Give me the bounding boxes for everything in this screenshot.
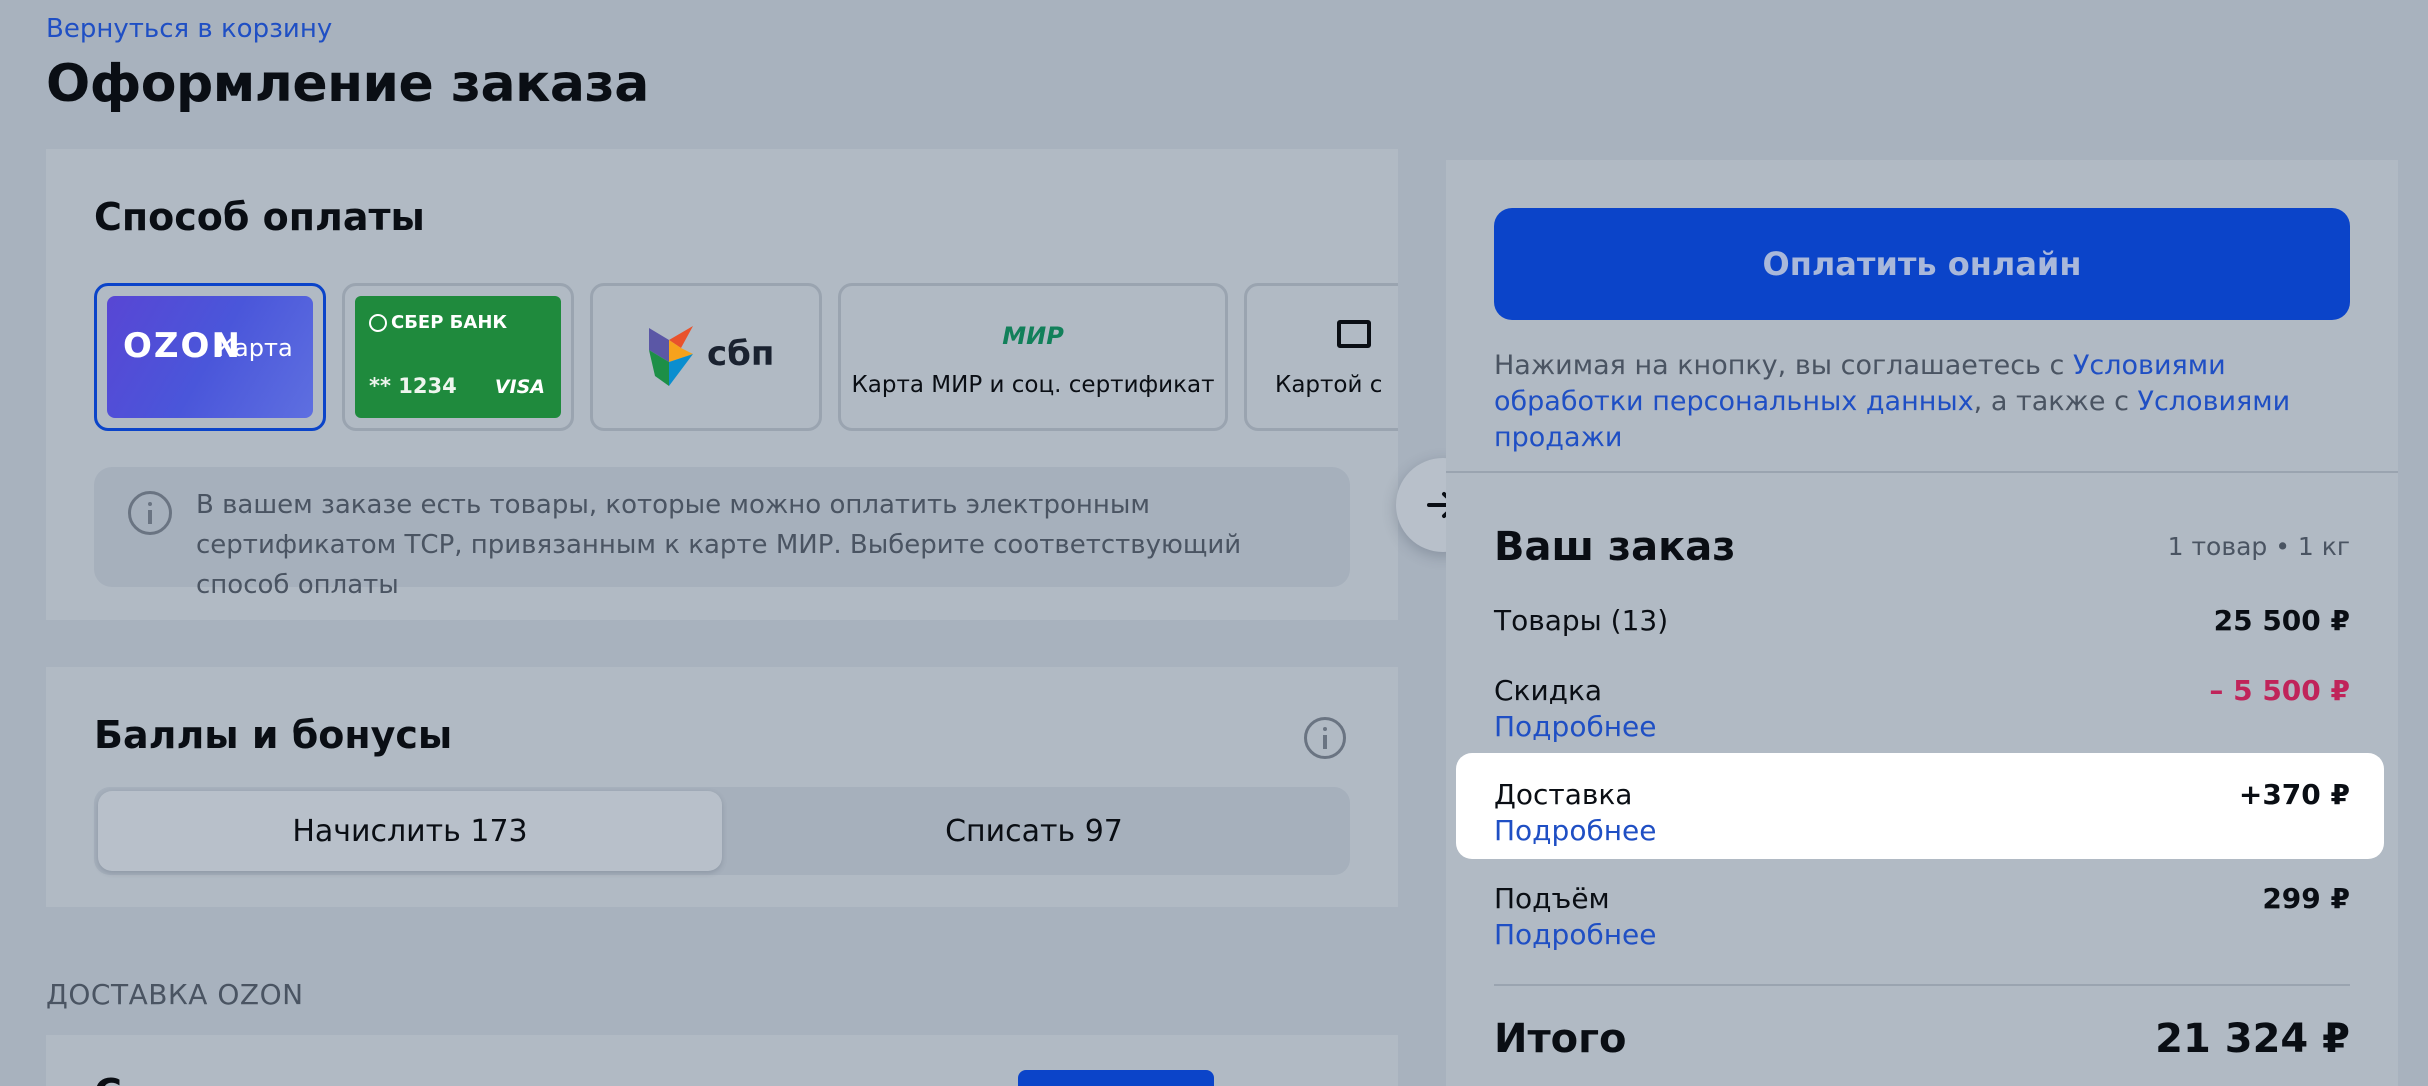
sber-check-icon [369, 314, 387, 332]
sbp-label: сбп [707, 334, 775, 374]
discount-value: – 5 500 ₽ [2209, 674, 2350, 707]
bonuses-section: Баллы и бонусы Начислить 173 Списать 97 [46, 667, 1398, 907]
payment-info-notice: В вашем заказе есть товары, которые можн… [94, 467, 1350, 600]
delivery-details-link[interactable]: Подробнее [1494, 814, 1656, 847]
delivery-section: С [46, 1035, 1398, 1086]
total-value: 21 324 ₽ [2155, 1016, 2350, 1062]
info-icon [128, 491, 172, 535]
sber-card-graphic: СБЕР БАНК ** 1234 VISA [355, 296, 561, 418]
page-title: Оформление заказа [46, 54, 649, 114]
delivery-label: Доставка [1494, 778, 1633, 811]
info-icon[interactable] [1304, 717, 1346, 759]
payment-method-title: Способ оплаты [94, 195, 425, 239]
bonus-toggle: Начислить 173 Списать 97 [94, 787, 1350, 875]
order-title: Ваш заказ [1494, 524, 1736, 570]
lift-value: 299 ₽ [2262, 882, 2350, 915]
payment-option-sber-card[interactable]: СБЕР БАНК ** 1234 VISA [342, 283, 574, 431]
order-summary-panel: Оплатить онлайн Нажимая на кнопку, вы со… [1446, 160, 2398, 1086]
accrue-bonus-option[interactable]: Начислить 173 [98, 791, 722, 871]
mir-logo: МИР [1002, 322, 1064, 350]
payment-option-sbp[interactable]: сбп [590, 283, 822, 431]
sber-bank-name: СБЕР БАНК [391, 312, 508, 333]
other-card-label: Картой с [1275, 372, 1383, 398]
goods-label: Товары (13) [1494, 604, 1669, 637]
delivery-title-peek: С [94, 1071, 122, 1086]
ozon-card-label: Карта [217, 334, 293, 362]
discount-label: Скидка [1494, 674, 1603, 707]
mir-option-label: Карта МИР и соц. сертификат [851, 372, 1215, 398]
payment-option-mir-card[interactable]: МИР Карта МИР и соц. сертификат [838, 283, 1228, 431]
delivery-value: +370 ₽ [2238, 778, 2350, 811]
payment-methods-carousel: OZON Карта СБЕР БАНК ** 1234 VISA сбп МИ… [94, 283, 1398, 433]
consent-middle: , а также с [1973, 386, 2138, 417]
back-to-cart-link[interactable]: Вернуться в корзину [46, 14, 332, 44]
ozon-card-graphic: OZON Карта [107, 296, 313, 418]
payment-option-other-card[interactable]: Картой с [1244, 283, 1398, 431]
order-meta: 1 товар • 1 кг [2167, 532, 2350, 561]
bonuses-title: Баллы и бонусы [94, 713, 453, 757]
pay-online-button[interactable]: Оплатить онлайн [1494, 208, 2350, 320]
total-label: Итого [1494, 1016, 1627, 1062]
delivery-tab-active[interactable] [1018, 1070, 1214, 1086]
consent-text: Нажимая на кнопку, вы соглашаетесь с Усл… [1494, 348, 2364, 456]
summary-divider [1446, 471, 2398, 473]
lift-details-link[interactable]: Подробнее [1494, 918, 1656, 951]
consent-prefix: Нажимая на кнопку, вы соглашаетесь с [1494, 350, 2073, 381]
payment-info-text: В вашем заказе есть товары, которые можн… [196, 490, 1242, 600]
payment-method-section: Способ оплаты OZON Карта СБЕР БАНК ** 12… [46, 149, 1490, 620]
sbp-logo-icon [649, 326, 693, 386]
card-icon [1337, 320, 1371, 348]
delivery-section-label: ДОСТАВКА OZON [46, 978, 304, 1011]
payment-option-ozon-card[interactable]: OZON Карта [94, 283, 326, 431]
lift-label: Подъём [1494, 882, 1610, 915]
spend-bonus-option[interactable]: Списать 97 [722, 791, 1346, 871]
sber-card-number: ** 1234 [369, 374, 457, 398]
goods-value: 25 500 ₽ [2213, 604, 2350, 637]
discount-details-link[interactable]: Подробнее [1494, 710, 1656, 743]
visa-logo: VISA [494, 376, 545, 398]
total-divider [1494, 984, 2350, 986]
